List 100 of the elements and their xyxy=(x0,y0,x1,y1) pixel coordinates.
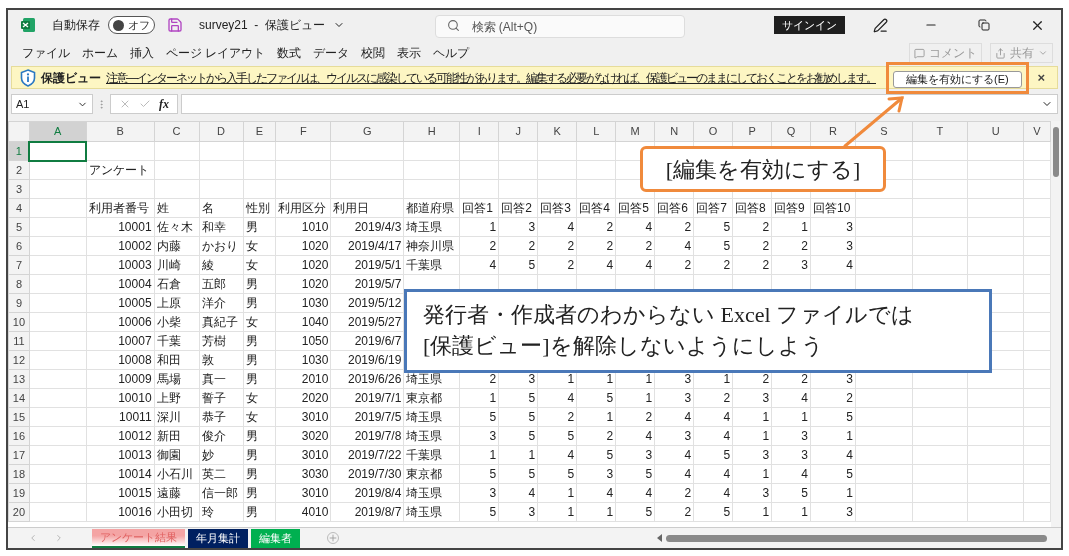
table-cell: 2019/7/1 xyxy=(330,388,404,408)
table-cell: 2019/4/17 xyxy=(330,236,404,256)
table-cell: 性別 xyxy=(243,198,276,218)
column-header[interactable]: M xyxy=(615,121,655,142)
column-header[interactable]: N xyxy=(654,121,694,142)
document-title[interactable]: survey21 - 保護ビュー xyxy=(199,16,326,34)
enter-icon[interactable] xyxy=(139,98,151,110)
insert-function-button[interactable]: fx xyxy=(159,95,169,113)
horizontal-scrollbar[interactable] xyxy=(657,534,1047,542)
table-cell: 2 xyxy=(615,236,655,256)
menu-item[interactable]: 表示 xyxy=(391,44,428,62)
restore-icon[interactable] xyxy=(978,19,990,31)
column-header[interactable]: S xyxy=(855,121,913,142)
column-header[interactable]: C xyxy=(154,121,200,142)
table-cell: 5 xyxy=(693,502,733,522)
table-cell: 千葉県 xyxy=(403,445,460,465)
table-cell: 上原 xyxy=(154,293,200,313)
column-header[interactable]: O xyxy=(693,121,733,142)
column-header[interactable]: E xyxy=(243,121,276,142)
table-cell: 1040 xyxy=(275,312,331,332)
table-cell: 1 xyxy=(732,464,772,484)
close-bar-button[interactable]: × xyxy=(1037,67,1049,88)
sheet-tab[interactable]: 年月集計 xyxy=(188,528,248,548)
column-header[interactable]: H xyxy=(403,121,460,142)
column-header[interactable]: K xyxy=(537,121,577,142)
table-cell: 男 xyxy=(243,445,276,465)
table-cell: 男 xyxy=(243,274,276,294)
column-header[interactable]: B xyxy=(86,121,155,142)
caret-icon xyxy=(1038,48,1048,58)
save-icon[interactable] xyxy=(167,17,183,33)
table-cell: 5 xyxy=(810,464,856,484)
table-cell: 姓 xyxy=(154,198,200,218)
warning-link[interactable]: 注意—インターネットから入手したファイルは、ウイルスに感染している可能性があります。編集する必要がなければ、保護ビューのままにしておくことをお勧めします。 xyxy=(106,68,876,87)
cancel-icon[interactable] xyxy=(119,98,131,110)
formula-input[interactable] xyxy=(181,94,1058,114)
table-cell: 回答7 xyxy=(693,198,733,218)
column-header[interactable]: I xyxy=(459,121,499,142)
column-header[interactable]: G xyxy=(330,121,404,142)
vertical-scrollbar[interactable] xyxy=(1051,121,1061,527)
menu-item[interactable]: 校閲 xyxy=(355,44,392,62)
name-box[interactable]: A1 xyxy=(11,94,93,114)
column-header[interactable]: A xyxy=(29,121,87,142)
table-cell: 御園 xyxy=(154,445,200,465)
table-cell: 1 xyxy=(732,426,772,446)
search-field[interactable]: 検索 (Alt+Q) xyxy=(434,15,685,38)
table-cell: 5 xyxy=(459,502,499,522)
pen-icon[interactable] xyxy=(873,17,888,33)
add-sheet-icon[interactable] xyxy=(327,532,339,544)
table-cell: 2019/5/27 xyxy=(330,312,404,332)
column-header[interactable]: T xyxy=(912,121,968,142)
table-cell: 4 xyxy=(537,445,577,465)
table-cell: 綾 xyxy=(199,255,243,275)
next-sheet-icon[interactable] xyxy=(54,533,64,543)
table-cell: 回答6 xyxy=(654,198,694,218)
column-header[interactable]: J xyxy=(498,121,538,142)
column-header[interactable]: D xyxy=(199,121,243,142)
table-cell: 内藤 xyxy=(154,236,200,256)
table-cell: 2019/7/8 xyxy=(330,426,404,446)
sign-in-button[interactable]: サインイン xyxy=(774,16,845,34)
column-header[interactable]: F xyxy=(275,121,331,142)
menu-item[interactable]: ファイル xyxy=(16,44,76,62)
table-cell: 3020 xyxy=(275,426,331,446)
autosave-toggle[interactable]: オフ xyxy=(108,16,155,34)
menu-item[interactable]: データ xyxy=(307,44,356,62)
table-cell: 小田切 xyxy=(154,502,200,522)
menu-item[interactable]: 挿入 xyxy=(124,44,160,62)
previous-sheet-icon[interactable] xyxy=(28,533,38,543)
table-cell: 男 xyxy=(243,369,276,389)
table-cell: 神奈川県 xyxy=(403,236,460,256)
menu-item[interactable]: ホーム xyxy=(76,44,124,62)
enable-editing-button[interactable]: 編集を有効にする(E) xyxy=(893,70,1022,88)
table-cell: 2 xyxy=(498,236,538,256)
table-cell: 3 xyxy=(459,483,499,503)
table-cell: 5 xyxy=(498,388,538,408)
table-cell: 10013 xyxy=(86,445,155,465)
menu-item[interactable]: ヘルプ xyxy=(427,44,476,62)
table-cell: 5 xyxy=(498,255,538,275)
column-header[interactable]: P xyxy=(732,121,772,142)
column-header[interactable]: Q xyxy=(771,121,811,142)
table-cell: 10007 xyxy=(86,331,155,351)
table-cell: 5 xyxy=(615,464,655,484)
menu-item[interactable]: 数式 xyxy=(271,44,308,62)
table-cell: 5 xyxy=(810,407,856,427)
table-cell: 4 xyxy=(615,217,655,237)
column-header[interactable]: L xyxy=(576,121,616,142)
table-cell: 真一 xyxy=(199,369,243,389)
menu-item[interactable]: ページ レイアウト xyxy=(160,44,272,62)
table-cell: 10008 xyxy=(86,350,155,370)
table-cell: 3 xyxy=(498,217,538,237)
table-cell: 2 xyxy=(576,426,616,446)
table-cell: 埼玉県 xyxy=(403,426,460,446)
column-header[interactable]: R xyxy=(810,121,856,142)
table-cell: 2019/6/26 xyxy=(330,369,404,389)
column-header[interactable]: U xyxy=(967,121,1024,142)
column-header[interactable]: V xyxy=(1023,121,1051,142)
table-cell: 2 xyxy=(537,236,577,256)
share-icon xyxy=(995,47,1006,59)
table-cell: 千葉県 xyxy=(403,255,460,275)
table-cell: 女 xyxy=(243,236,276,256)
table-cell: 女 xyxy=(243,407,276,427)
